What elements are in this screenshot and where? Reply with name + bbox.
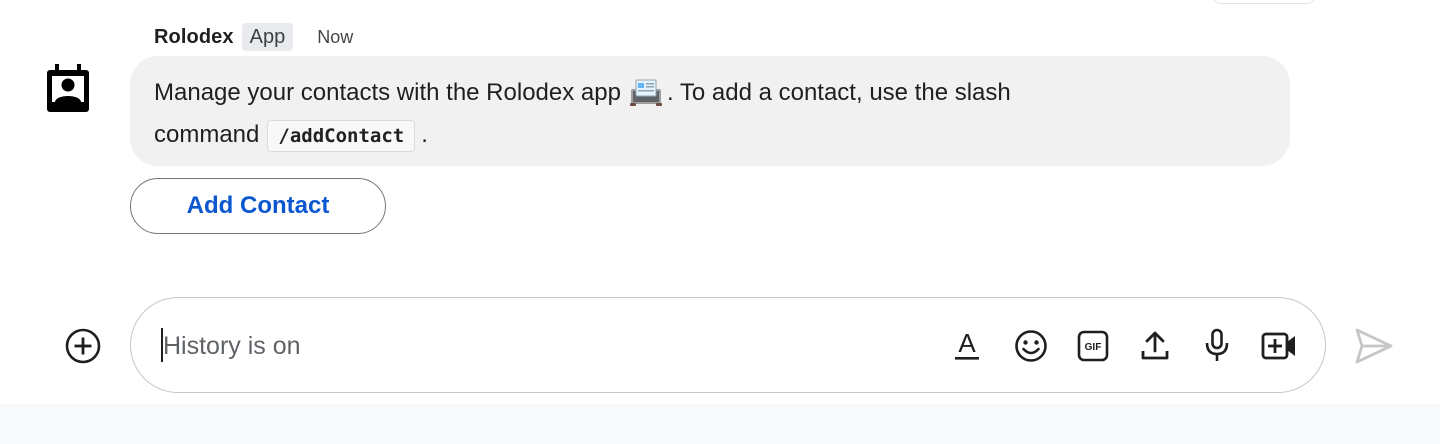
add-attachment-button[interactable] bbox=[62, 325, 104, 367]
bottom-bar bbox=[0, 404, 1440, 444]
svg-text:GIF: GIF bbox=[1085, 342, 1102, 353]
message-text-part-3: . bbox=[421, 121, 428, 148]
message-composer[interactable]: A GIF bbox=[130, 297, 1326, 393]
voice-input-button[interactable] bbox=[1197, 326, 1237, 366]
gif-button[interactable]: GIF bbox=[1073, 326, 1113, 366]
slash-command-code: /addContact bbox=[267, 120, 416, 152]
video-meeting-icon bbox=[1261, 332, 1295, 360]
format-text-button[interactable]: A bbox=[947, 326, 987, 366]
emoji-icon bbox=[1015, 330, 1047, 362]
emoji-button[interactable] bbox=[1011, 326, 1051, 366]
gif-icon: GIF bbox=[1077, 330, 1109, 362]
message-timestamp: Now bbox=[317, 26, 354, 47]
rolodex-avatar bbox=[42, 62, 94, 114]
message-text-part-1: Manage your contacts with the Rolodex ap… bbox=[154, 79, 621, 106]
app-badge: App bbox=[241, 23, 294, 51]
message-input[interactable] bbox=[163, 324, 923, 368]
svg-text:A: A bbox=[958, 329, 976, 358]
chat-page: Rolodex App Now Manage your contacts wit… bbox=[0, 0, 1440, 444]
message-bubble: Manage your contacts with the Rolodex ap… bbox=[130, 56, 1290, 166]
sender-name[interactable]: Rolodex bbox=[154, 26, 234, 49]
upload-button[interactable] bbox=[1135, 326, 1175, 366]
mic-icon bbox=[1205, 328, 1229, 361]
send-button[interactable] bbox=[1352, 324, 1396, 368]
top-edge-element bbox=[1212, 0, 1316, 4]
format-text-icon: A bbox=[955, 329, 979, 360]
contact-card-icon bbox=[47, 64, 89, 112]
rolodex-emoji bbox=[629, 79, 662, 106]
message-header: Rolodex App Now bbox=[154, 22, 353, 52]
add-circle-icon bbox=[65, 328, 101, 364]
add-contact-button[interactable]: Add Contact bbox=[130, 178, 386, 234]
upload-icon bbox=[1141, 331, 1169, 360]
send-icon bbox=[1355, 328, 1393, 364]
video-meeting-button[interactable] bbox=[1259, 326, 1299, 366]
